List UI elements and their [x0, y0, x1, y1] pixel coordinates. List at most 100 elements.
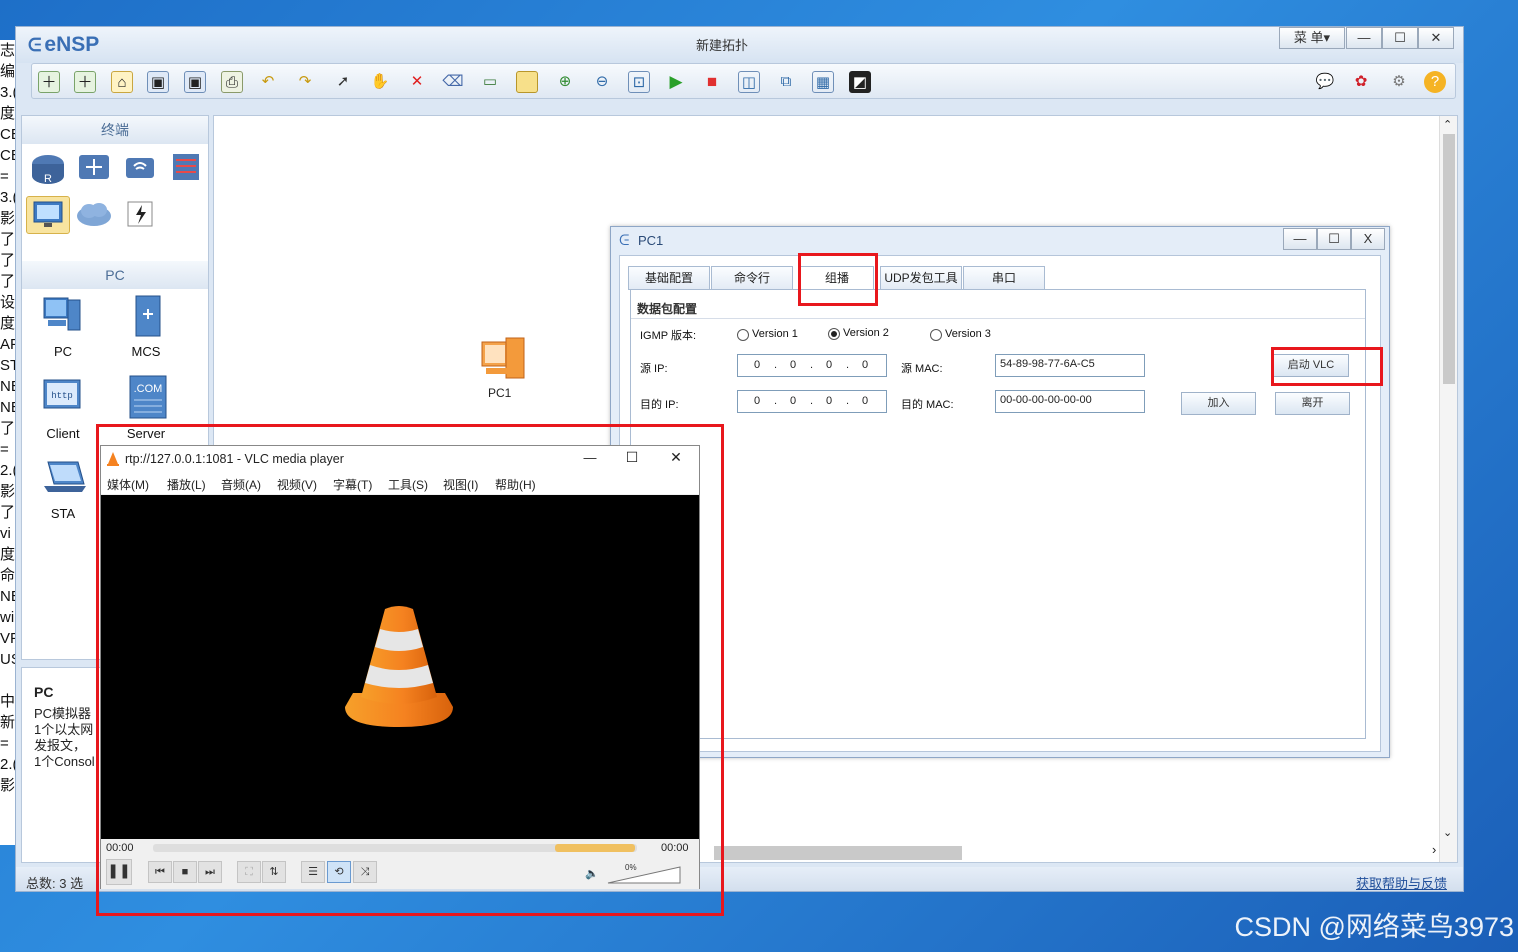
section-divider [631, 318, 1365, 319]
maximize-button[interactable]: ☐ [1382, 27, 1418, 49]
radio-version-1[interactable] [737, 329, 749, 341]
horizontal-scrollbar-thumb[interactable] [714, 846, 962, 860]
radio-version-3[interactable] [930, 329, 942, 341]
destination-mac-input[interactable]: 00-00-00-00-00-00 [995, 390, 1145, 413]
terminal-pc-icon[interactable] [26, 196, 70, 234]
zoom-out-icon[interactable]: ⊖ [591, 71, 613, 93]
server-device-icon[interactable]: .COM [126, 374, 170, 419]
join-button[interactable]: 加入 [1181, 392, 1256, 415]
pc1-title-bar: ᕮ PC1 — ☐ X [611, 227, 1389, 253]
source-mac-input[interactable]: 54-89-98-77-6A-C5 [995, 354, 1145, 377]
stop-device-icon[interactable]: ■ [701, 71, 723, 93]
scroll-up-icon[interactable]: ⌃ [1443, 118, 1452, 131]
pc1-dialog: ᕮ PC1 — ☐ X 基础配置 命令行 组播 UDP发包工具 串口 数据包配置… [610, 226, 1390, 758]
palette-header-pc: PC [22, 261, 208, 289]
tab-serial[interactable]: 串口 [963, 266, 1045, 290]
device-label: STA [50, 506, 76, 521]
device-label: Client [46, 426, 80, 441]
radio-label: Version 2 [843, 327, 889, 339]
undo-icon[interactable]: ↶ [257, 71, 279, 93]
tab-udp-tool[interactable]: UDP发包工具 [880, 266, 962, 290]
radio-label: Version 1 [752, 328, 798, 340]
window-title: 新建拓扑 [696, 38, 749, 53]
background-text-line: AF [0, 336, 16, 353]
scroll-down-icon[interactable]: ⌄ [1443, 826, 1452, 839]
pc-device-icon[interactable] [40, 294, 84, 332]
info-description: PC模拟器 1个以太网 发报文， 1个Consol [34, 706, 95, 769]
tab-basic-config[interactable]: 基础配置 [628, 266, 710, 290]
canvas-pc1-label: PC1 [488, 386, 512, 400]
radio-version-2[interactable] [828, 328, 840, 340]
save-icon[interactable]: ▣ [147, 71, 169, 93]
background-text-line: 影: [0, 210, 16, 227]
ensp-logo: ᕮ eNSP [28, 33, 100, 56]
pc1-maximize-button[interactable]: ☐ [1317, 228, 1351, 250]
mcs-device-icon[interactable] [126, 294, 170, 337]
menu-button[interactable]: 菜 单▾ [1279, 27, 1345, 49]
chat-icon[interactable]: 💬 [1314, 71, 1336, 93]
ensp-title-bar: ᕮ eNSP 新建拓扑 菜 单▾ — ☐ ✕ [16, 27, 1463, 63]
source-ip-input[interactable]: 0 . 0 . 0 . 0 [737, 354, 887, 377]
toolbar: ＋ ＋ ⌂ ▣ ▣ ⎙ ↶ ↷ ➚ ✋ ✕ ⌫ ▭ ⊕ ⊖ ⊡ ▶ ■ ◫ ⧉ … [31, 63, 1456, 99]
switch-icon[interactable] [72, 150, 116, 188]
redo-icon[interactable]: ↷ [294, 71, 316, 93]
svg-text:http: http [51, 391, 73, 401]
close-button[interactable]: ✕ [1418, 27, 1454, 49]
source-mac-label: 源 MAC: [901, 363, 943, 375]
pc1-minimize-button[interactable]: — [1283, 228, 1317, 250]
capture-icon[interactable]: ◫ [738, 71, 760, 93]
scrollbar-thumb[interactable] [1443, 134, 1455, 384]
background-text-line: 编辑 [0, 63, 16, 80]
background-text-line: ST [0, 357, 16, 374]
zoom-in-icon[interactable]: ⊕ [554, 71, 576, 93]
background-text-line: = [0, 735, 9, 752]
help-icon[interactable]: ? [1424, 71, 1446, 93]
wlan-icon[interactable] [118, 150, 162, 188]
background-text-line: 设备 [0, 294, 16, 311]
topology-icon[interactable]: ⧉ [775, 71, 797, 93]
new-topology-icon[interactable]: ＋ [38, 71, 60, 93]
scroll-right-icon[interactable]: › [1432, 842, 1436, 857]
cloud-icon[interactable] [72, 196, 116, 234]
link-icon[interactable] [118, 196, 162, 234]
print-icon[interactable]: ⎙ [221, 71, 243, 93]
background-text-line: 度: [0, 546, 16, 563]
leave-button[interactable]: 离开 [1275, 392, 1350, 415]
screenshot-icon[interactable]: ◩ [849, 71, 871, 93]
firewall-icon[interactable] [164, 150, 208, 188]
background-text-line: 了 [0, 420, 16, 437]
vertical-scrollbar[interactable]: ⌃ ⌄ [1439, 116, 1457, 862]
ensp-logo-icon: ᕮ [28, 35, 42, 55]
settings-gear-icon[interactable]: ⚙ [1388, 71, 1410, 93]
help-feedback-link[interactable]: 获取帮助与反馈 [1356, 873, 1447, 891]
router-icon[interactable]: R [26, 150, 70, 188]
save-as-icon[interactable]: ▣ [184, 71, 206, 93]
pc1-close-button[interactable]: X [1351, 228, 1385, 250]
delete-link-icon[interactable]: ⌫ [442, 71, 464, 93]
background-text-line: 影: [0, 777, 16, 794]
select-cursor-icon[interactable]: ➚ [332, 71, 354, 93]
destination-ip-input[interactable]: 0 . 0 . 0 . 0 [737, 390, 887, 413]
background-text-line: vi [0, 525, 11, 542]
radio-label: Version 3 [945, 328, 991, 340]
background-text-line [0, 670, 16, 691]
client-device-icon[interactable]: http [40, 376, 84, 414]
background-text-line: 度: [0, 315, 16, 332]
huawei-icon[interactable]: ✿ [1350, 71, 1372, 93]
delete-icon[interactable]: ✕ [406, 71, 428, 93]
canvas-pc1-icon[interactable] [476, 334, 530, 387]
grid-icon[interactable]: ▦ [812, 71, 834, 93]
hand-icon[interactable]: ✋ [369, 71, 391, 93]
sta-device-icon[interactable] [40, 456, 86, 494]
new-example-icon[interactable]: ＋ [74, 71, 96, 93]
text-note-icon[interactable]: ▭ [479, 71, 501, 93]
fit-view-icon[interactable]: ⊡ [628, 71, 650, 93]
tab-command-line[interactable]: 命令行 [711, 266, 793, 290]
open-icon[interactable]: ⌂ [111, 71, 133, 93]
background-text-line: 中 [0, 693, 16, 710]
minimize-button[interactable]: — [1346, 27, 1382, 49]
pc1-title: PC1 [638, 233, 664, 248]
start-device-icon[interactable]: ▶ [665, 71, 687, 93]
rectangle-icon[interactable] [516, 71, 538, 93]
destination-mac-label: 目的 MAC: [901, 399, 954, 411]
